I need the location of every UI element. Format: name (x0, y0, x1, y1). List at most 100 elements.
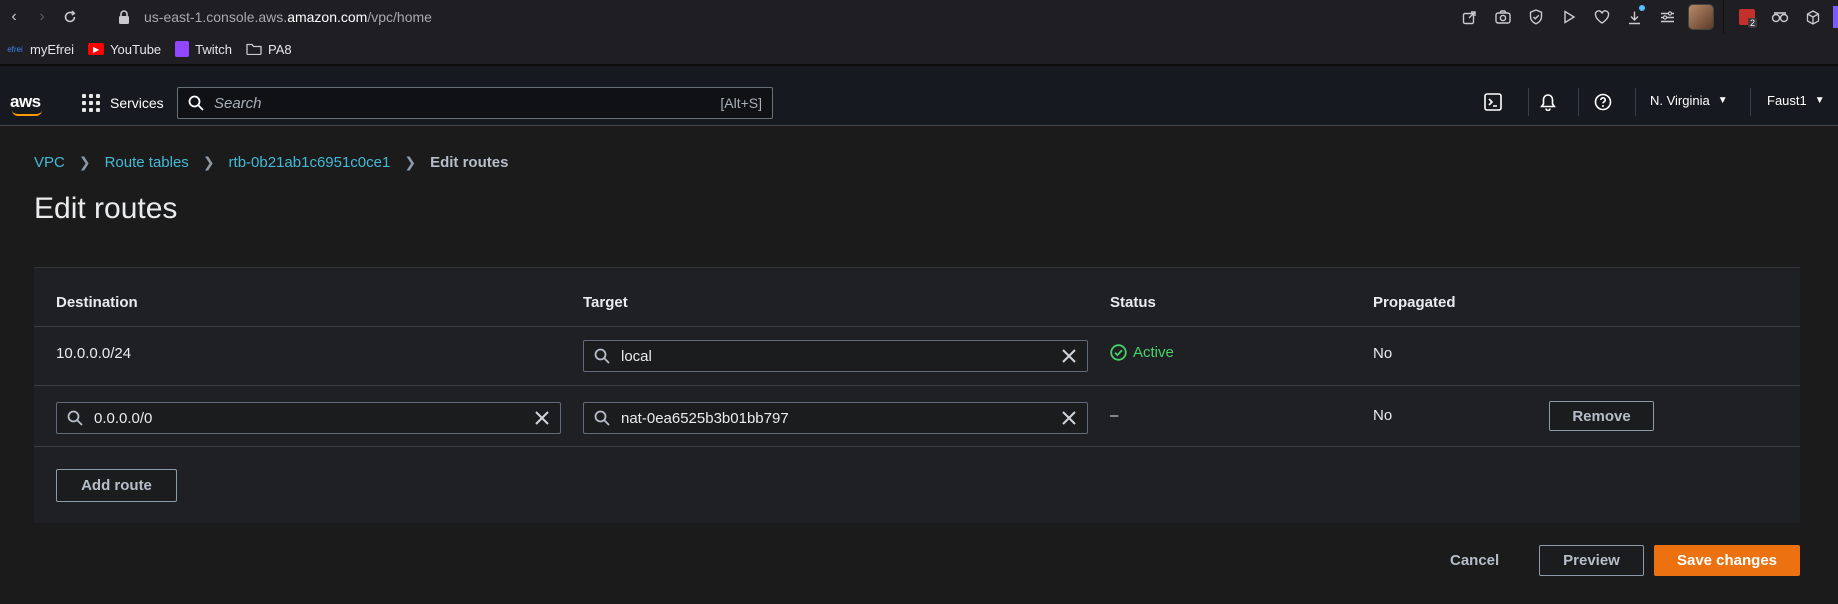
clear-icon[interactable] (534, 410, 550, 426)
cancel-button[interactable]: Cancel (1450, 552, 1499, 569)
destination-value: 0.0.0.0/0 (94, 409, 153, 427)
shield-check-icon[interactable] (1519, 0, 1552, 34)
bell-icon[interactable] (1534, 90, 1562, 114)
toolbar-separator (1723, 0, 1724, 34)
route-destination: 10.0.0.0/24 (56, 345, 132, 362)
url-path: /vpc/home (367, 9, 432, 25)
routes-panel: Destination Target Status Propagated 10.… (34, 267, 1800, 523)
cube-icon[interactable] (1796, 0, 1829, 34)
clear-icon[interactable] (1061, 410, 1077, 426)
search-shortcut: [Alt+S] (720, 95, 762, 111)
search-icon (594, 348, 610, 364)
bookmark-youtube[interactable]: ▶ YouTube (88, 42, 161, 57)
destination-field[interactable]: 0.0.0.0/0 (56, 402, 561, 434)
status-active: Active (1110, 344, 1174, 361)
region-selector[interactable]: N. Virginia ▼ (1650, 93, 1728, 108)
folder-icon (246, 43, 262, 55)
target-field[interactable]: nat-0ea6525b3b01bb797 (583, 402, 1088, 434)
breadcrumb: VPC ❯ Route tables ❯ rtb-0b21ab1c6951c0c… (34, 154, 508, 171)
bookmark-label: Twitch (195, 41, 232, 57)
heart-icon[interactable] (1585, 0, 1618, 34)
search-icon (594, 410, 610, 426)
url-prefix: us-east-1.console.aws. (144, 9, 288, 25)
row-divider (34, 326, 1800, 327)
row-divider (34, 446, 1800, 447)
share-icon[interactable] (1453, 0, 1486, 34)
add-route-button[interactable]: Add route (56, 469, 177, 502)
chevron-right-icon: ❯ (404, 154, 417, 170)
bookmark-label: PA8 (268, 41, 292, 57)
target-value: nat-0ea6525b3b01bb797 (621, 409, 789, 427)
breadcrumb-route-table-id[interactable]: rtb-0b21ab1c6951c0ce1 (229, 154, 391, 171)
extension-badge-icon[interactable]: 2 (1730, 0, 1763, 34)
download-dot (1639, 5, 1645, 11)
header-separator (1528, 88, 1529, 116)
search-box[interactable]: [Alt+S] (177, 87, 773, 119)
aws-logo-text: aws (10, 92, 41, 111)
bookmark-twitch[interactable]: Twitch (175, 41, 232, 57)
breadcrumb-current: Edit routes (430, 154, 509, 171)
column-header-propagated: Propagated (1373, 294, 1456, 311)
bookmarks-bar: efrei myEfrei ▶ YouTube Twitch PA8 (0, 34, 1838, 66)
browser-actions: 2 (1453, 0, 1838, 34)
camera-icon[interactable] (1486, 0, 1519, 34)
profile-avatar[interactable] (1684, 0, 1717, 34)
side-accent (1833, 6, 1838, 28)
column-header-destination: Destination (56, 294, 138, 311)
preview-button[interactable]: Preview (1539, 545, 1644, 576)
breadcrumb-route-tables[interactable]: Route tables (105, 154, 189, 171)
page-title: Edit routes (34, 192, 178, 225)
address-bar[interactable]: us-east-1.console.aws. amazon.com/vpc/hom… (118, 6, 432, 28)
status-text: Active (1133, 344, 1174, 361)
services-menu[interactable]: Services (82, 92, 164, 114)
route-propagated: No (1373, 407, 1393, 424)
youtube-icon: ▶ (88, 43, 105, 55)
remove-button[interactable]: Remove (1549, 401, 1654, 431)
column-header-target: Target (583, 294, 628, 311)
breadcrumb-vpc[interactable]: VPC (34, 154, 65, 171)
save-changes-button[interactable]: Save changes (1654, 545, 1800, 576)
route-propagated: No (1373, 345, 1393, 362)
forward-icon[interactable]: › (28, 3, 56, 31)
account-menu[interactable]: Faust1 ▼ (1767, 93, 1825, 108)
cloudshell-icon[interactable] (1479, 90, 1507, 114)
route-status: – (1110, 407, 1119, 424)
services-label: Services (110, 95, 164, 111)
target-field[interactable]: local (583, 340, 1088, 372)
search-icon (67, 410, 83, 426)
lock-icon (119, 10, 129, 24)
extension-badge-count: 2 (1747, 18, 1757, 28)
sliders-icon[interactable] (1651, 0, 1684, 34)
chevron-right-icon: ❯ (202, 154, 215, 170)
caret-down-icon: ▼ (1814, 95, 1825, 106)
region-label: N. Virginia (1650, 93, 1710, 108)
back-icon[interactable]: ‹ (0, 3, 28, 31)
bookmark-myefrei[interactable]: efrei myEfrei (6, 42, 74, 57)
play-icon[interactable] (1552, 0, 1585, 34)
chevron-right-icon: ❯ (78, 154, 91, 170)
search-icon (188, 95, 204, 111)
check-circle-icon (1110, 344, 1127, 361)
header-separator (1578, 88, 1579, 116)
header-separator (1635, 88, 1636, 116)
caret-down-icon: ▼ (1717, 95, 1728, 106)
bookmark-label: YouTube (110, 41, 162, 57)
row-divider (34, 385, 1800, 386)
efrei-icon: efrei (7, 44, 23, 54)
header-separator (1750, 88, 1751, 116)
grid-icon (82, 94, 100, 112)
aws-header-strip (0, 66, 1838, 80)
bookmark-pa8[interactable]: PA8 (246, 42, 292, 57)
column-header-status: Status (1110, 294, 1156, 311)
bookmark-label: myEfrei (30, 41, 75, 57)
account-label: Faust1 (1767, 93, 1807, 108)
download-icon[interactable] (1618, 0, 1651, 34)
clear-icon[interactable] (1061, 348, 1077, 364)
twitch-icon (175, 41, 190, 57)
spy-glasses-icon[interactable] (1763, 0, 1796, 34)
help-icon[interactable] (1589, 90, 1617, 114)
url-host: amazon.com (287, 9, 368, 25)
aws-logo[interactable]: aws (10, 92, 46, 116)
reload-icon[interactable] (56, 3, 84, 31)
search-input[interactable] (214, 94, 721, 112)
